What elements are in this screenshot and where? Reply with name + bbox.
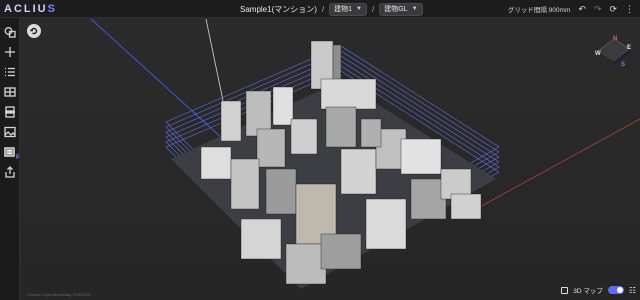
image-button[interactable] [2,124,18,140]
compass-s: S [621,62,626,68]
breadcrumb: Sample1(マンション) / 建物1 ▼ / 建物GL ▼ [240,2,423,16]
map-attribution: Cesium, OpenStreetMap, PLATEAU [27,292,92,297]
settings-sliders-icon[interactable]: ☷ [629,286,636,295]
level-select-value: 建物GL [384,6,408,13]
logo-text: ACLIU [4,3,48,15]
level-select[interactable]: 建物GL ▼ [379,2,423,16]
more-menu-icon[interactable]: ⋮ [625,4,634,15]
3d-cube-icon [4,147,15,157]
add-button[interactable] [2,44,18,60]
image-icon [4,126,16,138]
breadcrumb-separator: / [321,4,325,14]
list-icon [5,67,15,77]
compass-n: N [613,36,618,42]
top-bar: ACLIUS Sample1(マンション) / 建物1 ▼ / 建物GL ▼ グ… [0,0,640,18]
chevron-down-icon: ▼ [411,6,418,12]
app-logo: ACLIUS [4,3,57,15]
grid-spacing-label[interactable]: グリッド間隔 900mm [508,4,570,14]
undo-icon[interactable]: ↶ [578,4,586,15]
shapes-icon [4,27,16,38]
city-scene[interactable] [21,19,640,300]
compass-w: W [595,51,601,57]
refresh-icon[interactable]: ⟳ [609,4,617,15]
list-button[interactable] [2,64,18,80]
history-button[interactable] [27,24,41,38]
shapes-tool-button[interactable] [2,24,18,40]
floor-plan-icon [4,87,16,97]
3d-viewport[interactable]: N E S W 3D マップ ☷ Cesium, OpenStreetMap, … [21,19,640,300]
3d-map-toggle[interactable] [607,286,624,294]
building-select[interactable]: 建物1 ▼ [329,2,367,16]
export-button[interactable] [2,164,18,180]
building-select-value: 建物1 [334,6,353,13]
plus-icon [5,47,15,57]
chevron-down-icon: ▼ [356,6,362,12]
redo-icon[interactable]: ↷ [594,4,602,15]
3d-view-button[interactable]: β [2,144,19,160]
floor-plan-button[interactable] [2,84,18,100]
active-indicator: β [15,154,19,160]
share-icon [5,166,15,178]
map-controls: 3D マップ ☷ [561,285,636,295]
building-button[interactable] [2,104,18,120]
building-icon [5,106,15,118]
rotate-icon [30,27,38,35]
project-title[interactable]: Sample1(マンション) [240,4,317,15]
left-toolbar: β [0,18,20,300]
map-toggle-label: 3D マップ [573,288,603,295]
header-tools: グリッド間隔 900mm ↶ ↷ ⟳ ⋮ [508,2,634,16]
breadcrumb-separator: / [372,4,375,14]
compass-e: E [627,45,632,51]
logo-accent: S [47,3,57,15]
map-icon [561,286,569,294]
view-cube[interactable]: N E S W [595,35,632,71]
